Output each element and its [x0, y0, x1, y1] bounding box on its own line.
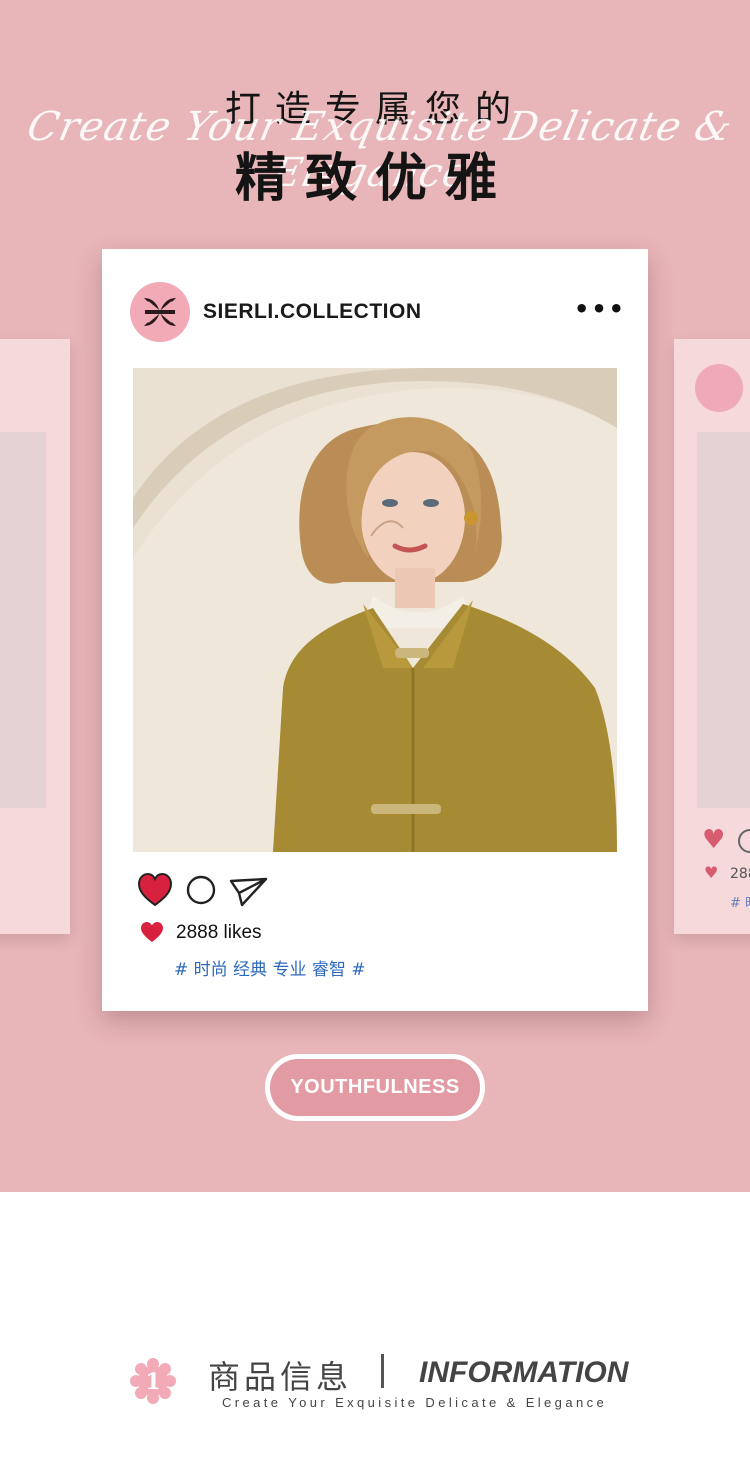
- likes-count[interactable]: 2888 likes: [176, 922, 262, 944]
- info-title-cn: 商品信息: [208, 1358, 353, 1396]
- brand-avatar[interactable]: [130, 282, 190, 342]
- brand-logo-icon: [144, 298, 176, 326]
- more-dots-icon[interactable]: •••: [574, 297, 626, 321]
- info-subtitle: Create Your Exquisite Delicate & Eleganc…: [222, 1395, 608, 1410]
- side-like-icon: ♥: [702, 825, 726, 855]
- section-number-badge-icon: 1: [130, 1358, 176, 1404]
- side-post-image-placeholder: [0, 432, 46, 808]
- section-number: 1: [145, 1369, 160, 1395]
- side-small-heart-icon: ♥: [704, 863, 719, 882]
- info-title-en: INFORMATION: [419, 1356, 629, 1389]
- title-line-2: 精致优雅: [234, 149, 515, 209]
- model-photo-illustration: [133, 368, 617, 852]
- like-heart-icon: [137, 872, 173, 907]
- side-tags: # 时: [730, 896, 750, 911]
- post-actions: [137, 872, 278, 909]
- hashtags[interactable]: # 时尚 经典 专业 睿智 #: [174, 955, 366, 980]
- side-likes-count: 288: [730, 866, 750, 882]
- side-post-card-left[interactable]: [0, 339, 70, 934]
- info-divider: [381, 1354, 384, 1388]
- youthfulness-button[interactable]: YOUTHFULNESS: [265, 1054, 485, 1121]
- likes-heart-icon: [141, 922, 163, 942]
- side-post-image-placeholder: [697, 432, 750, 808]
- account-handle[interactable]: SIERLI.COLLECTION: [203, 300, 422, 324]
- hero-section: 打造专属您的 Create Your Exquisite Delicate & …: [0, 0, 750, 1192]
- post-photo[interactable]: [133, 368, 617, 852]
- side-comment-icon: [738, 829, 750, 853]
- post-card: SIERLI.COLLECTION ••• 2888 likes # 时尚 经典…: [102, 249, 648, 1011]
- comment-icon: [186, 875, 216, 905]
- side-post-card-right[interactable]: ♥ ♥ 288 # 时: [674, 339, 750, 934]
- side-avatar: [695, 364, 743, 412]
- share-send-icon: [229, 877, 268, 907]
